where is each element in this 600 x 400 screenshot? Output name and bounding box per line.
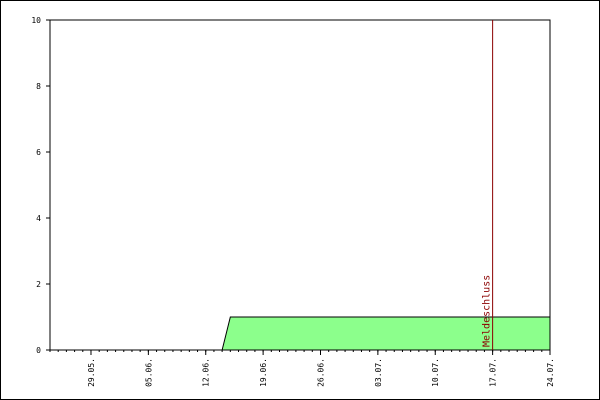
x-tick-label: 29.05. (87, 358, 96, 387)
x-tick-label: 17.07. (489, 358, 498, 387)
x-tick-label: 12.06. (202, 358, 211, 387)
y-tick-label: 0 (36, 346, 41, 355)
x-tick-label: 24.07. (546, 358, 555, 387)
x-tick-label: 03.07. (374, 358, 383, 387)
y-tick-label: 4 (36, 214, 41, 223)
plot-area-border (49, 19, 551, 351)
x-tick-label: 19.06. (259, 358, 268, 387)
annotation-layer: Meldeschluss (482, 20, 494, 350)
x-tick-label: 05.06. (144, 358, 153, 387)
area-series-0 (50, 316, 551, 351)
y-tick-label: 6 (36, 148, 41, 157)
y-tick-label: 2 (36, 280, 41, 289)
annotation-label: Meldeschluss (482, 275, 493, 347)
y-tick-label: 8 (36, 82, 41, 91)
chart-svg: 0 2 4 6 8 10 29.05. 05.06. 12.06. 19.06. 26.06. 03.… (31, 16, 555, 387)
x-tick-label: 10.07. (431, 358, 440, 387)
x-tick-label: 26.06. (316, 358, 325, 387)
area-layer (50, 316, 551, 351)
y-tick-label: 10 (31, 16, 41, 25)
